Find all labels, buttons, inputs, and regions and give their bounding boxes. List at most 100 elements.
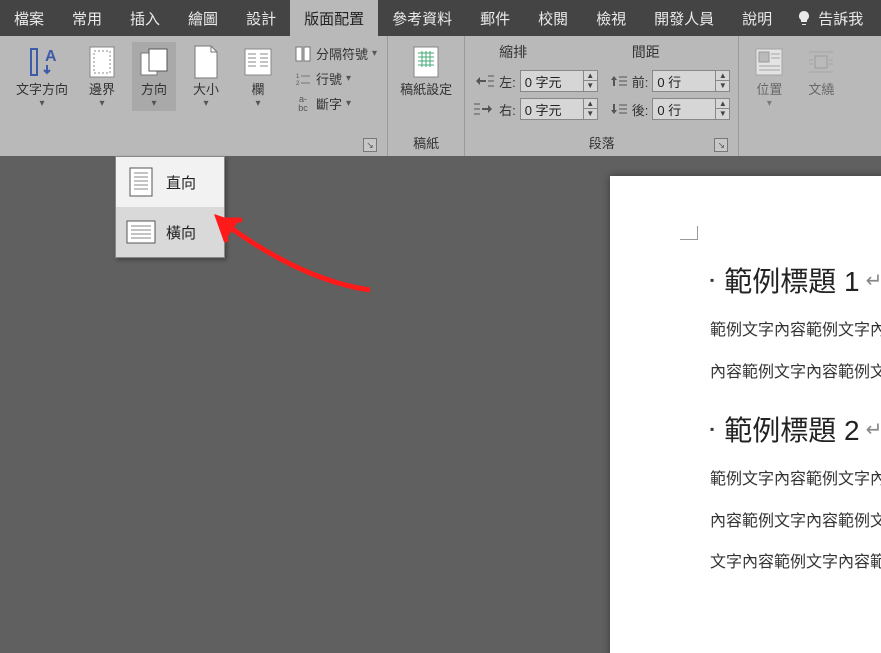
paragraph-text[interactable]: 範例文字內容範例文字內容範 <box>710 467 881 493</box>
svg-text:1: 1 <box>296 74 300 80</box>
orientation-landscape-item[interactable]: 橫向 <box>116 207 224 257</box>
spacing-after-icon <box>606 101 628 117</box>
position-icon <box>751 44 787 80</box>
spinner-down-icon[interactable]: ▼ <box>584 81 597 91</box>
position-button[interactable]: 位置 ▾ <box>747 42 791 111</box>
spinner-down-icon[interactable]: ▼ <box>584 109 597 119</box>
spacing-before-label: 前: <box>632 72 649 91</box>
breaks-button[interactable]: 分隔符號 ▾ <box>292 42 379 65</box>
spinner-up-icon[interactable]: ▲ <box>716 71 729 81</box>
size-label: 大小 <box>193 82 219 98</box>
position-label: 位置 <box>756 82 782 98</box>
indent-left-icon <box>473 73 495 89</box>
indent-right-input[interactable] <box>521 102 583 117</box>
line-numbers-label: 行號 <box>316 69 342 88</box>
spacing-after-spinner[interactable]: ▲▼ <box>652 98 730 120</box>
tab-help[interactable]: 說明 <box>728 0 786 36</box>
spinner-up-icon[interactable]: ▲ <box>584 71 597 81</box>
orientation-portrait-item[interactable]: 直向 <box>116 157 224 207</box>
tab-developer[interactable]: 開發人員 <box>640 0 728 36</box>
tab-mailings[interactable]: 郵件 <box>466 0 524 36</box>
dialog-launcher-icon[interactable]: ↘ <box>714 138 728 152</box>
chevron-down-icon: ▾ <box>767 98 772 109</box>
dialog-launcher-icon[interactable]: ↘ <box>363 138 377 152</box>
spacing-before-spinner[interactable]: ▲▼ <box>652 70 730 92</box>
hyphenation-icon: a- bc <box>294 95 312 113</box>
tab-layout[interactable]: 版面配置 <box>290 0 378 36</box>
paragraph-text[interactable]: 範例文字內容範例文字內容範 <box>710 318 881 344</box>
tab-review[interactable]: 校閱 <box>524 0 582 36</box>
tab-design[interactable]: 設計 <box>232 0 290 36</box>
hyphenation-button[interactable]: a- bc 斷字 ▾ <box>292 92 379 115</box>
tab-draw[interactable]: 繪圖 <box>174 0 232 36</box>
tell-me[interactable]: 告訴我 <box>786 8 873 29</box>
indent-right-label: 右: <box>499 100 516 119</box>
heading-2[interactable]: 範例標題 2↵ <box>710 409 881 449</box>
indent-right-icon <box>473 101 495 117</box>
line-numbers-button[interactable]: 12 行號 ▾ <box>292 67 379 90</box>
chevron-down-icon: ▾ <box>39 98 44 109</box>
spacing-after-label: 後: <box>632 100 649 119</box>
paragraph-text[interactable]: 文字內容範例文字內容範例文 <box>710 550 881 576</box>
manuscript-settings-button[interactable]: 稿紙設定 <box>396 42 456 100</box>
spacing-before-icon <box>606 73 628 89</box>
spinner-down-icon[interactable]: ▼ <box>716 81 729 91</box>
tell-me-label: 告訴我 <box>818 8 863 29</box>
indent-left-spinner[interactable]: ▲▼ <box>520 70 598 92</box>
lightbulb-icon <box>796 10 812 26</box>
margins-label: 邊界 <box>89 82 115 98</box>
columns-button[interactable]: 欄 ▾ <box>236 42 280 111</box>
document-page[interactable]: 範例標題 1↵ 範例文字內容範例文字內容範 內容範例文字內容範例文字內 範例標題… <box>610 176 881 653</box>
margin-marker-icon <box>680 226 698 240</box>
spinner-up-icon[interactable]: ▲ <box>584 99 597 109</box>
hyphenation-label: 斷字 <box>316 94 342 113</box>
chevron-down-icon: ▾ <box>346 73 351 84</box>
paragraph-text[interactable]: 內容範例文字內容範例文字內 <box>710 360 881 386</box>
indent-left-label: 左: <box>499 72 516 91</box>
columns-icon <box>240 44 276 80</box>
ribbon-layout: A 文字方向 ▾ 邊界 ▾ 方向 ▾ <box>0 36 881 156</box>
orientation-portrait-label: 直向 <box>166 172 196 193</box>
group-paragraph: 縮排 左: ▲▼ 右: ▲▼ <box>465 36 739 156</box>
indent-left-input[interactable] <box>521 74 583 89</box>
svg-text:2: 2 <box>296 81 300 87</box>
group-arrange: 位置 ▾ 文繞 <box>739 36 851 156</box>
spacing-before-input[interactable] <box>653 74 715 89</box>
orientation-dropdown: 直向 橫向 <box>115 156 225 258</box>
group-caption-page-setup: ↘ <box>12 150 379 154</box>
group-caption-arrange <box>747 150 843 154</box>
tab-home[interactable]: 常用 <box>58 0 116 36</box>
chevron-down-icon: ▾ <box>152 98 157 109</box>
text-direction-button[interactable]: A 文字方向 ▾ <box>12 42 72 111</box>
breaks-icon <box>294 45 312 63</box>
size-icon <box>188 44 224 80</box>
orientation-landscape-label: 橫向 <box>166 222 196 243</box>
text-direction-icon: A <box>24 44 60 80</box>
spinner-up-icon[interactable]: ▲ <box>716 99 729 109</box>
tab-references[interactable]: 參考資料 <box>378 0 466 36</box>
spinner-down-icon[interactable]: ▼ <box>716 109 729 119</box>
wrap-text-button[interactable]: 文繞 <box>799 42 843 100</box>
orientation-button[interactable]: 方向 ▾ <box>132 42 176 111</box>
chevron-down-icon: ▾ <box>372 48 377 59</box>
margins-button[interactable]: 邊界 ▾ <box>80 42 124 111</box>
svg-text:A: A <box>45 48 57 65</box>
tab-file[interactable]: 檔案 <box>0 0 58 36</box>
tab-view[interactable]: 檢視 <box>582 0 640 36</box>
indent-right-spinner[interactable]: ▲▼ <box>520 98 598 120</box>
heading-1[interactable]: 範例標題 1↵ <box>710 260 881 300</box>
chevron-down-icon: ▾ <box>256 98 261 109</box>
margins-icon <box>84 44 120 80</box>
breaks-label: 分隔符號 <box>316 44 368 63</box>
columns-label: 欄 <box>252 82 265 98</box>
manuscript-label: 稿紙設定 <box>400 82 452 98</box>
group-caption-paragraph: 段落 ↘ <box>473 131 730 154</box>
orientation-icon <box>136 44 172 80</box>
size-button[interactable]: 大小 ▾ <box>184 42 228 111</box>
spacing-after-input[interactable] <box>653 102 715 117</box>
group-caption-manuscript: 稿紙 <box>396 131 456 154</box>
line-numbers-icon: 12 <box>294 70 312 88</box>
wrap-text-label: 文繞 <box>808 82 834 98</box>
tab-insert[interactable]: 插入 <box>116 0 174 36</box>
paragraph-text[interactable]: 內容範例文字內容範例文字內 <box>710 509 881 535</box>
